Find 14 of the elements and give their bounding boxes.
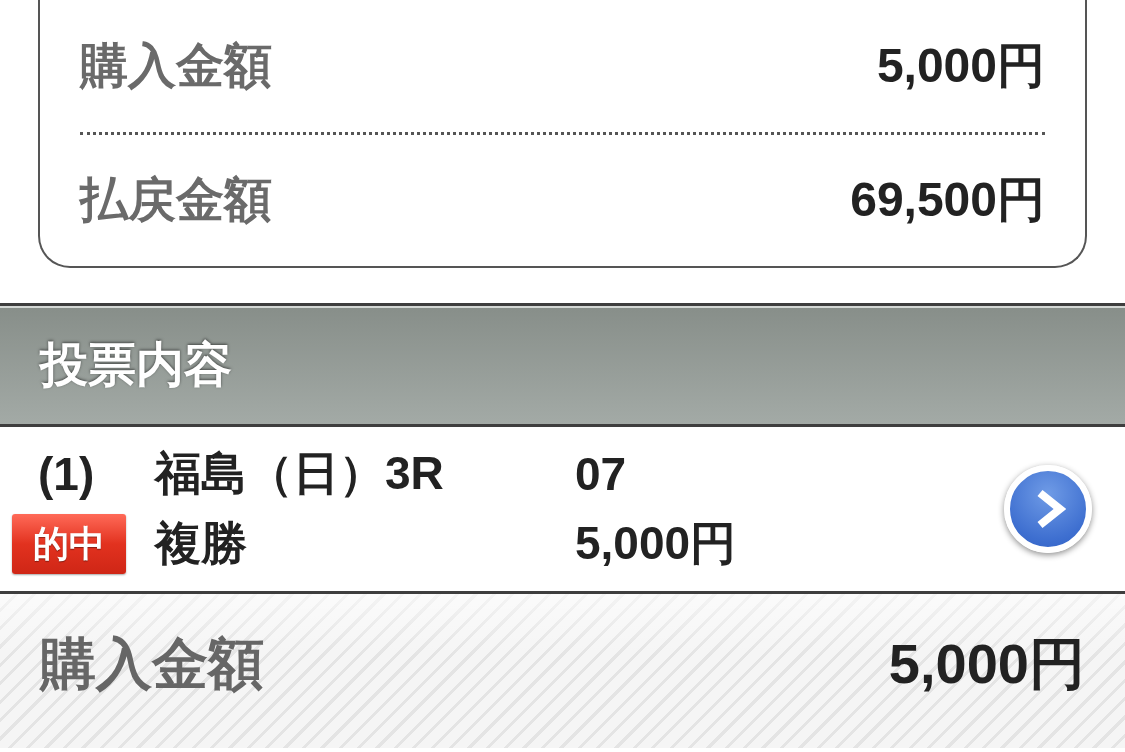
bet-type: 複勝 <box>155 516 248 571</box>
bet-number: (1) <box>37 447 96 501</box>
summary-label: 払戻金額 <box>80 172 272 229</box>
total-label: 購入金額 <box>40 631 264 697</box>
summary-value: 69,500円 <box>850 172 1045 229</box>
race-name: 福島（日）3R <box>155 446 445 501</box>
section-title: 投票内容 <box>40 337 232 393</box>
selection-number: 07 <box>575 447 628 501</box>
bet-amount: 5,000円 <box>575 516 737 571</box>
summary-value: 5,000円 <box>876 37 1045 94</box>
total-value: 5,000円 <box>888 631 1085 697</box>
chevron-right-icon <box>1036 489 1066 529</box>
hit-badge: 的中 <box>12 514 126 574</box>
summary-label: 購入金額 <box>80 37 272 94</box>
